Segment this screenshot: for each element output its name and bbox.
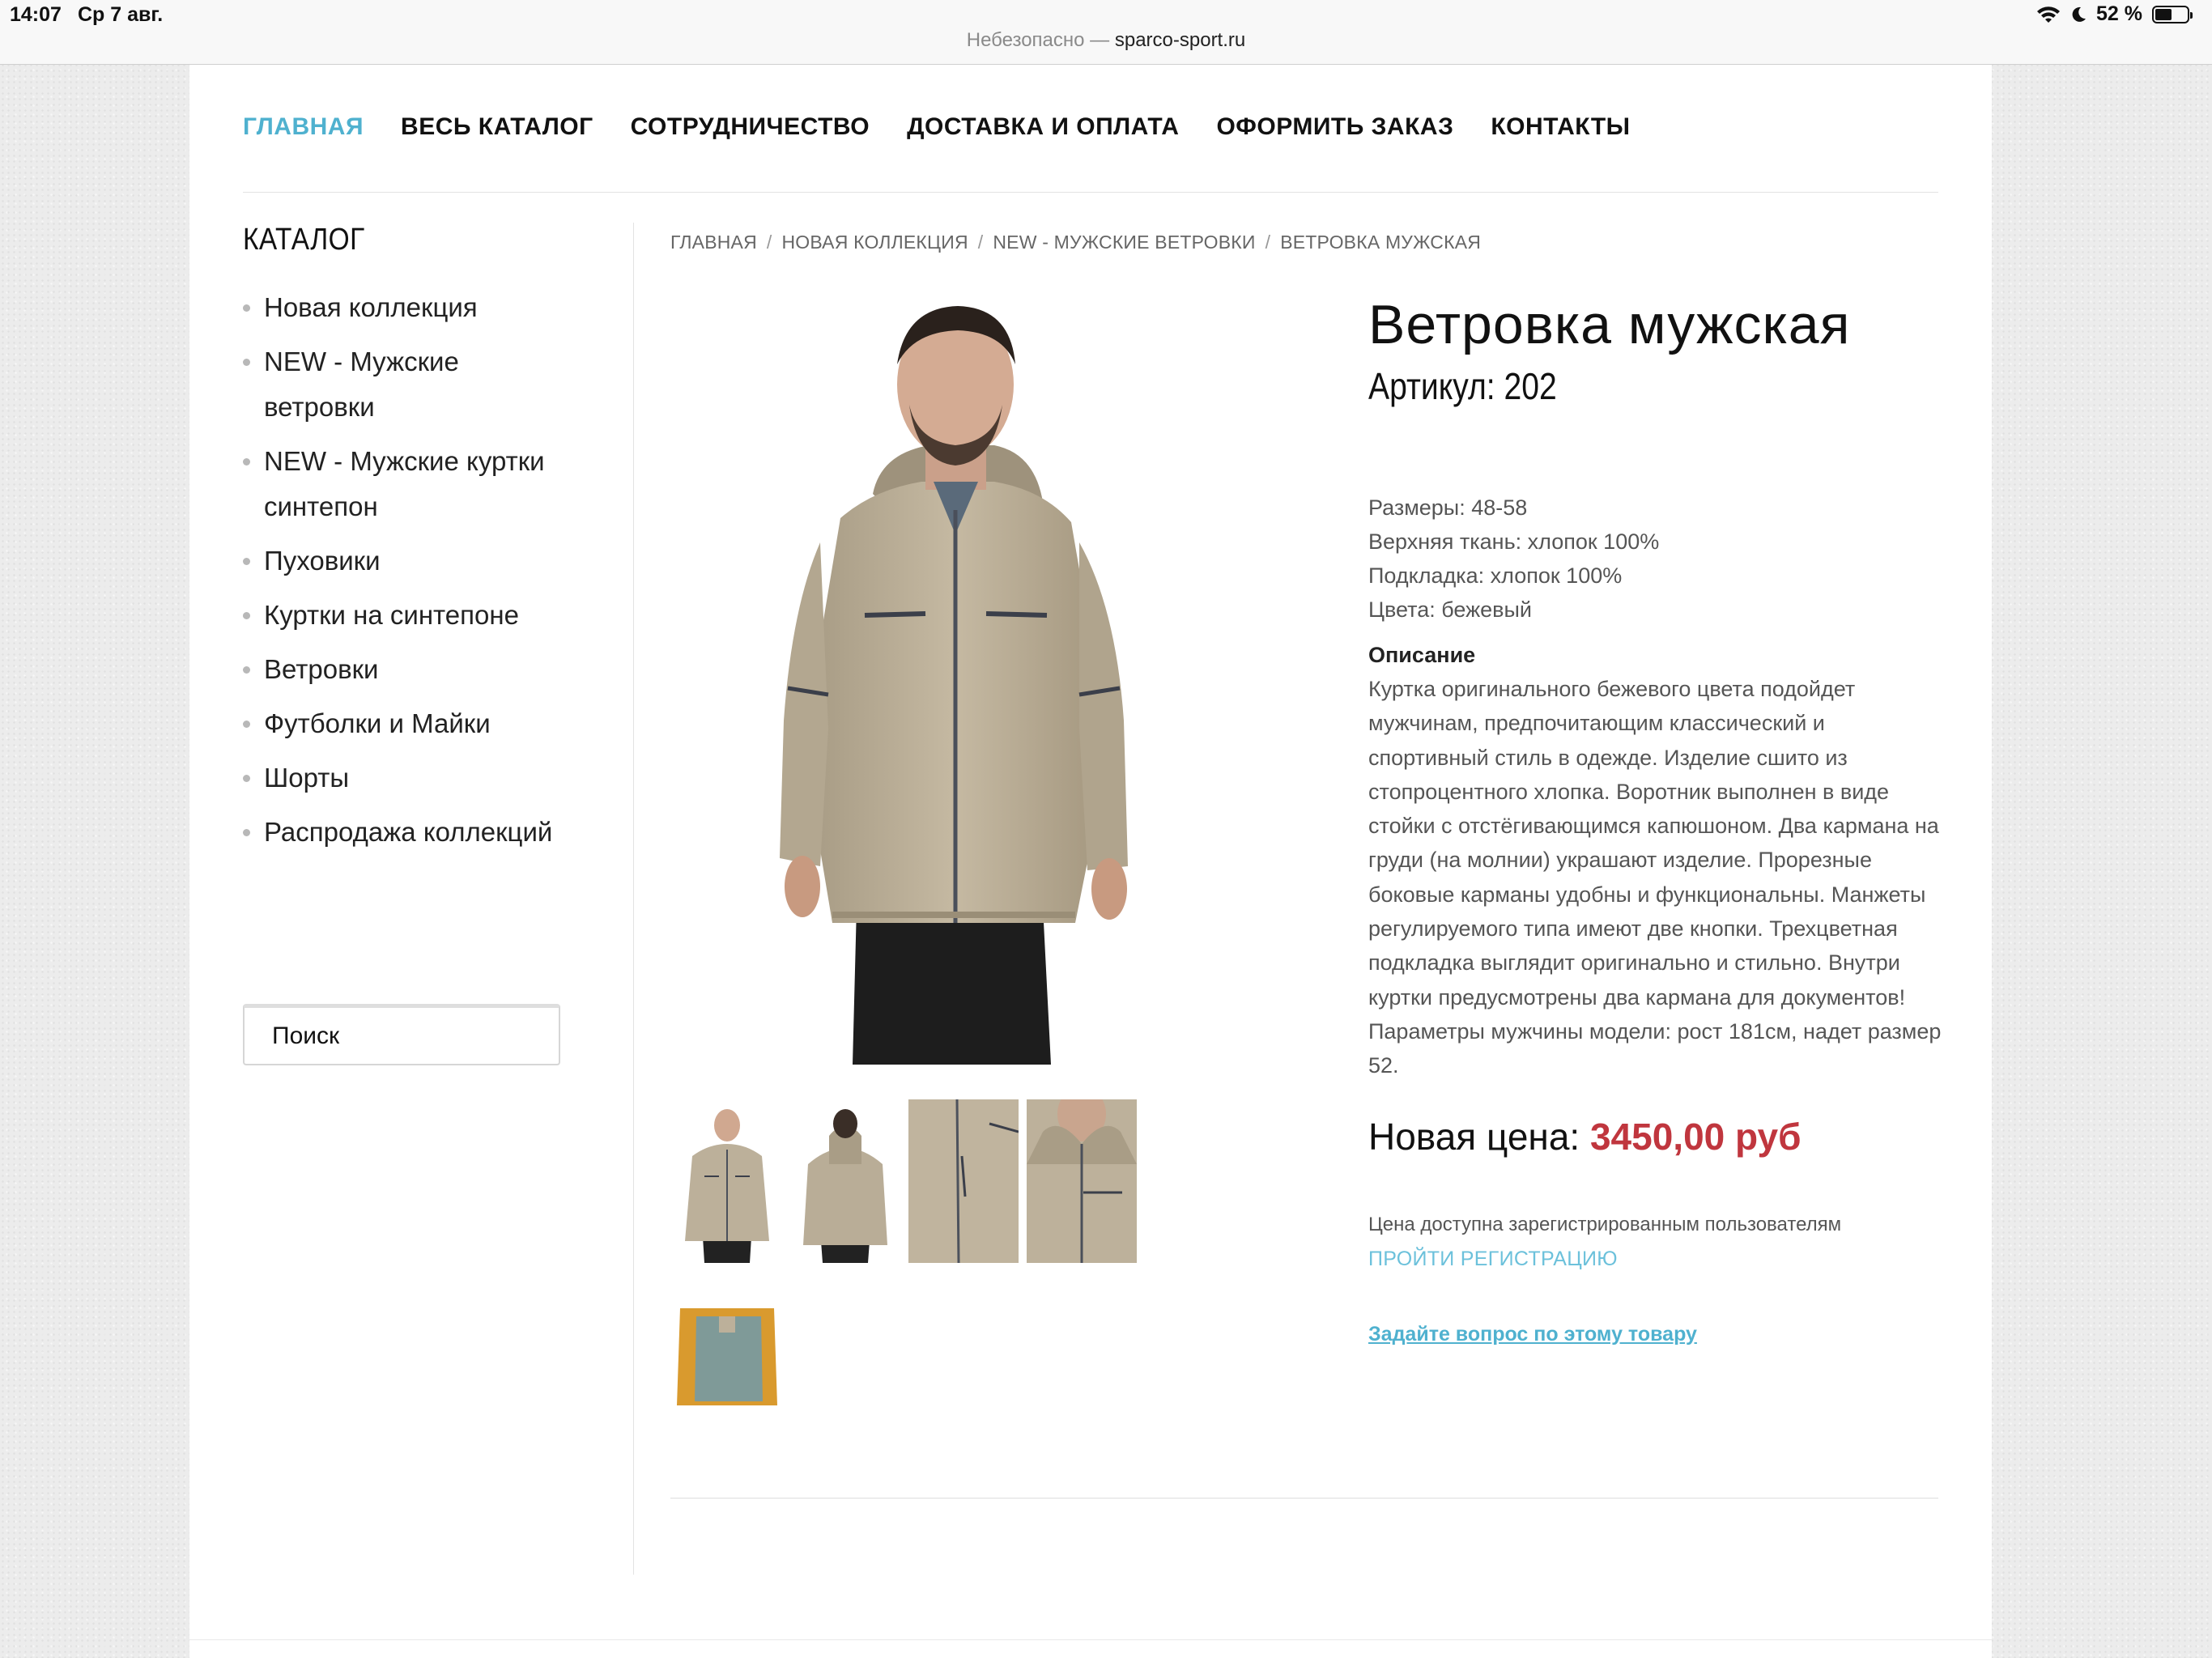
catalog-item-label: Новая коллекция: [264, 292, 478, 322]
thumbnail-detail-collar[interactable]: [1027, 1099, 1137, 1263]
catalog-item-label: NEW - Мужские ветровки: [264, 346, 459, 422]
catalog-item[interactable]: Куртки на синтепоне: [243, 593, 648, 638]
breadcrumb-separator: /: [1265, 232, 1271, 253]
nav-catalog[interactable]: ВЕСЬ КАТАЛОГ: [401, 112, 593, 142]
catalog-item-label: Пуховики: [264, 546, 381, 576]
catalog-item-label: Футболки и Майки: [264, 708, 491, 738]
ask-question-link[interactable]: Задайте вопрос по этому товару: [1368, 1318, 1943, 1350]
column-divider: [633, 223, 634, 1575]
thumbnail-front[interactable]: [672, 1099, 782, 1263]
moon-icon: [2072, 6, 2087, 22]
product-specs: Размеры: 48-58 Верхняя ткань: хлопок 100…: [1368, 491, 1943, 627]
thumbnail-detail-pocket[interactable]: [908, 1099, 1019, 1263]
wifi-icon: [2037, 6, 2061, 23]
product-title: Ветровка мужская: [1368, 294, 1851, 355]
address-bar[interactable]: Небезопасно — sparco-sport.ru: [0, 29, 2212, 52]
description-line: спортивный стиль в одежде. Изделие сшито…: [1368, 745, 1848, 770]
catalog-item[interactable]: Футболки и Майки: [243, 701, 648, 746]
status-right: 52 %: [2036, 2, 2193, 26]
catalog-item-label: NEW - Мужские куртки синтепон: [264, 446, 545, 521]
price-label: Новая цена:: [1368, 1115, 1580, 1158]
price-row: Новая цена: 3450,00 руб: [1368, 1112, 1943, 1161]
breadcrumb-new-collection[interactable]: НОВАЯ КОЛЛЕКЦИЯ: [782, 232, 968, 253]
footer-divider: [189, 1639, 1992, 1640]
price-value: 3450,00 руб: [1589, 1115, 1802, 1158]
catalog-item[interactable]: NEW - Мужские ветровки: [243, 339, 478, 430]
battery-level: [2155, 8, 2172, 20]
breadcrumb: ГЛАВНАЯ / НОВАЯ КОЛЛЕКЦИЯ / NEW - МУЖСКИЕ ВЕ…: [670, 232, 1481, 253]
catalog-item[interactable]: Новая коллекция: [243, 285, 648, 330]
sidebar: КАТАЛОГ Новая коллекция NEW - Мужские ве…: [243, 223, 648, 1065]
battery-percent: 52 %: [2096, 2, 2142, 25]
description-line: куртки предусмотрены два кармана для док…: [1368, 984, 1906, 1010]
breadcrumb-separator: /: [977, 232, 984, 253]
catalog-item[interactable]: Распродажа коллекций: [243, 810, 648, 855]
thumbnail-lining[interactable]: [672, 1300, 782, 1464]
catalog-item[interactable]: NEW - Мужские куртки синтепон: [243, 439, 559, 529]
nav-cooperation[interactable]: СОТРУДНИЧЕСТВО: [631, 112, 870, 142]
description-line: подкладка выглядит оригинально и стильно…: [1368, 950, 1900, 976]
thumbnail-back[interactable]: [790, 1099, 900, 1263]
top-nav: ГЛАВНАЯ ВЕСЬ КАТАЛОГ СОТРУДНИЧЕСТВО ДОСТ…: [243, 112, 1938, 193]
product-description: Куртка оригинального бежевого цвета подо…: [1368, 672, 1943, 1083]
sidebar-title: КАТАЛОГ: [243, 223, 365, 257]
breadcrumb-category[interactable]: NEW - МУЖСКИЕ ВЕТРОВКИ: [993, 232, 1255, 253]
price-note: Цена доступна зарегистрированным пользов…: [1368, 1213, 1842, 1235]
breadcrumb-separator: /: [766, 232, 772, 253]
description-line: регулируемого типа имеют две кнопки. Тре…: [1368, 916, 1898, 942]
spec-sizes: Размеры: 48-58: [1368, 495, 1528, 520]
url-host: sparco-sport.ru: [1114, 29, 1246, 51]
breadcrumb-home[interactable]: ГЛАВНАЯ: [670, 232, 757, 253]
catalog-item-label: Распродажа коллекций: [264, 817, 553, 847]
description-line: боковые карманы удобны и функциональны. …: [1368, 882, 1926, 907]
page-container: ГЛАВНАЯ ВЕСЬ КАТАЛОГ СОТРУДНИЧЕСТВО ДОСТ…: [189, 65, 1992, 1658]
description-line: Куртка оригинального бежевого цвета подо…: [1368, 677, 1856, 701]
description-line: груди (на молнии) украшают изделие. Прор…: [1368, 848, 1872, 873]
description-line: стойки с отстёгивающимся капюшоном. Два …: [1368, 814, 1939, 839]
status-time: 14:07: [10, 3, 62, 26]
nav-contacts[interactable]: КОНТАКТЫ: [1491, 112, 1630, 142]
register-link[interactable]: ПРОЙТИ РЕГИСТРАЦИЮ: [1368, 1242, 1943, 1276]
description-line: 52.: [1368, 1053, 1399, 1078]
product-main-image[interactable]: [751, 300, 1156, 1065]
description-title: Описание: [1368, 643, 1476, 667]
catalog-item[interactable]: Шорты: [243, 755, 648, 801]
catalog-item-label: Куртки на синтепоне: [264, 600, 519, 630]
search-input[interactable]: [272, 1022, 559, 1050]
spec-colors: Цвета: бежевый: [1368, 597, 1532, 622]
product-sku: Артикул: 202: [1368, 365, 1557, 407]
catalog-item[interactable]: Пуховики: [243, 538, 648, 584]
product-info: Ветровка мужская Артикул: 202 Размеры: 4…: [1368, 291, 1943, 1350]
catalog-item-label: Ветровки: [264, 654, 379, 684]
jacket-photo: [780, 306, 1128, 1065]
nav-delivery[interactable]: ДОСТАВКА И ОПЛАТА: [907, 112, 1179, 142]
url-security-label: Небезопасно —: [966, 29, 1110, 51]
description-line: стопроцентного хлопка. Воротник выполнен…: [1368, 779, 1890, 804]
status-bar: 14:07 Ср 7 авг. 52 % Небезопасно — sparc…: [0, 0, 2212, 65]
spec-outer-fabric: Верхняя ткань: хлопок 100%: [1368, 529, 1660, 554]
nav-home[interactable]: ГЛАВНАЯ: [243, 112, 364, 142]
breadcrumb-current: ВЕТРОВКА МУЖСКАЯ: [1280, 232, 1482, 253]
catalog-list: Новая коллекция NEW - Мужские ветровки N…: [243, 285, 648, 855]
catalog-item[interactable]: Ветровки: [243, 647, 648, 692]
battery-icon: [2152, 5, 2193, 23]
status-date: Ср 7 авг.: [78, 3, 164, 26]
description-line: Параметры мужчины модели: рост 181см, на…: [1368, 1018, 1942, 1044]
nav-order[interactable]: ОФОРМИТЬ ЗАКАЗ: [1216, 112, 1453, 142]
search-box: [243, 1004, 560, 1065]
catalog-item-label: Шорты: [264, 763, 350, 793]
content-divider: [670, 1498, 1938, 1499]
description-line: мужчинам, предпочитающим классический и: [1368, 711, 1825, 736]
spec-lining: Подкладка: хлопок 100%: [1368, 563, 1623, 588]
